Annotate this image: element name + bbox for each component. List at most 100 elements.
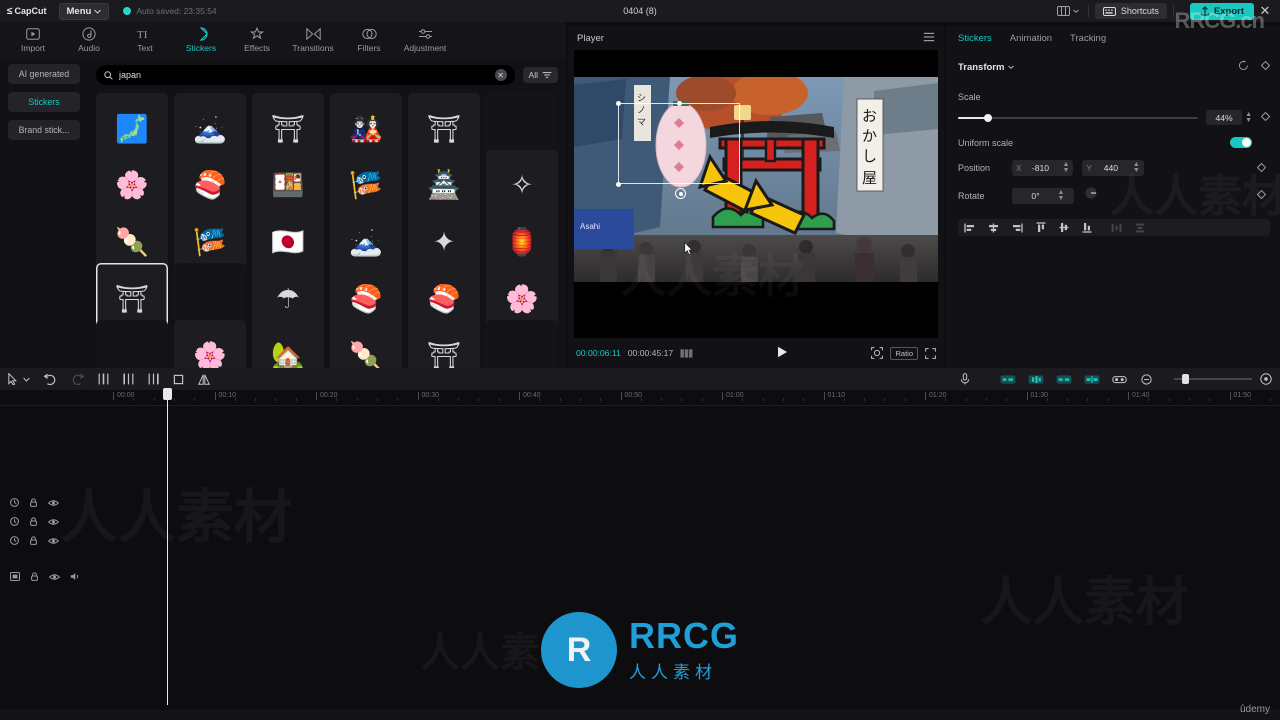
tab-stickers[interactable]: Stickers — [958, 33, 992, 44]
smart-cut-button[interactable] — [1056, 374, 1072, 385]
timeline-ruler[interactable]: 00:00 00:10 00:20 00:30 00:40 00:50 01:00 01:10… — [0, 390, 1280, 406]
lock-icon[interactable] — [29, 494, 38, 512]
clock-icon[interactable] — [10, 513, 19, 531]
tool-tab-text[interactable]: TI Text — [118, 23, 172, 57]
fullscreen-button[interactable] — [925, 347, 936, 359]
timeline-zoom-slider[interactable] — [1174, 374, 1252, 384]
link-clips-button[interactable] — [1112, 374, 1127, 385]
eye-icon[interactable] — [48, 568, 61, 586]
timeline-zoom-knob[interactable] — [1182, 374, 1189, 384]
scale-stepper[interactable]: ▲ ▼ — [1245, 111, 1252, 124]
mirror-button[interactable] — [198, 374, 210, 385]
shortcuts-button[interactable]: Shortcuts — [1094, 3, 1167, 19]
tool-tab-adjustment[interactable]: Adjustment — [398, 23, 452, 57]
tool-tab-audio[interactable]: Audio — [62, 23, 116, 57]
split-button[interactable] — [98, 373, 109, 385]
search-input[interactable] — [119, 70, 489, 80]
sticker-sakura-spray[interactable]: 🌸 — [174, 320, 246, 371]
layout-button[interactable] — [1054, 0, 1082, 22]
ratio-button[interactable]: Ratio — [890, 346, 918, 360]
reset-transform-button[interactable] — [1238, 60, 1249, 74]
tool-tab-effects[interactable]: Effects — [230, 23, 284, 57]
sidebar-item-brand-stickers[interactable]: Brand stick... — [8, 120, 80, 140]
tab-animation[interactable]: Animation — [1010, 33, 1052, 44]
scale-value-field[interactable]: 44% — [1206, 110, 1243, 125]
scale-slider[interactable] — [958, 112, 1199, 124]
resize-handle-tl[interactable] — [616, 101, 621, 106]
rotate-field[interactable]: 0° ▲ ▼ — [1012, 187, 1074, 204]
trim-left-button[interactable] — [123, 373, 134, 385]
lock-icon[interactable] — [30, 568, 39, 586]
lock-icon[interactable] — [29, 532, 38, 550]
rotate-dial[interactable] — [1084, 186, 1098, 205]
fit-timeline-button[interactable] — [1260, 373, 1272, 385]
menu-button[interactable]: Menu — [58, 2, 110, 20]
tool-tab-filters[interactable]: Filters — [342, 23, 396, 57]
sticker-selection-box[interactable] — [616, 101, 740, 187]
search-box[interactable]: ✕ — [96, 65, 515, 85]
scale-slider-knob[interactable] — [984, 113, 993, 122]
zoom-button[interactable] — [871, 347, 884, 359]
player-current-time[interactable]: 00:00:06:11 — [576, 348, 621, 358]
close-button[interactable]: ✕ — [1254, 0, 1276, 22]
align-center-horizontal-icon[interactable] — [988, 223, 999, 233]
timeline[interactable]: 00:00 00:10 00:20 00:30 00:40 00:50 01:00 01:10… — [0, 390, 1280, 710]
position-keyframe-icon[interactable] — [1256, 162, 1267, 174]
mute-icon[interactable] — [70, 568, 81, 586]
export-button[interactable]: Export — [1189, 2, 1254, 20]
position-x-field[interactable]: X -810 ▲ ▼ — [1012, 160, 1074, 176]
sticker-blank-3[interactable] — [96, 320, 168, 371]
sticker-temple-roof[interactable]: ⛩ — [408, 320, 480, 371]
resize-handle-tc[interactable] — [677, 101, 682, 106]
position-x-stepper[interactable]: ▲ ▼ — [1062, 161, 1069, 174]
scale-keyframe-icon[interactable] — [1260, 111, 1271, 123]
trim-right-button[interactable] — [148, 373, 159, 385]
eye-icon[interactable] — [47, 513, 60, 531]
align-center-vertical-icon[interactable] — [1059, 222, 1069, 233]
frames-icon[interactable] — [680, 348, 693, 358]
select-tool-button[interactable] — [8, 373, 18, 385]
tool-tab-stickers[interactable]: Stickers — [174, 23, 228, 57]
chevron-down-icon[interactable] — [1008, 65, 1015, 69]
play-button[interactable] — [777, 346, 788, 361]
clock-icon[interactable] — [10, 532, 19, 550]
eye-icon[interactable] — [47, 494, 60, 512]
align-right-icon[interactable] — [1012, 223, 1023, 233]
auto-cut-button[interactable] — [1000, 374, 1016, 385]
rotate-stepper[interactable]: ▲ ▼ — [1058, 189, 1065, 202]
record-voiceover-button[interactable] — [960, 373, 970, 385]
resize-handle-bl[interactable] — [616, 182, 621, 187]
player-stage[interactable]: シ ノ マ お か し 屋 Asahi — [574, 50, 938, 338]
sticker-blank-4[interactable] — [486, 320, 558, 371]
player-menu-button[interactable] — [923, 32, 935, 45]
tab-tracking[interactable]: Tracking — [1070, 33, 1106, 44]
thumbnail-icon[interactable] — [10, 568, 20, 586]
clear-search-button[interactable]: ✕ — [494, 69, 507, 81]
zoom-out-button[interactable] — [1141, 373, 1152, 385]
align-top-icon[interactable] — [1036, 222, 1046, 233]
eye-icon[interactable] — [47, 532, 60, 550]
tool-tab-transitions[interactable]: Transitions — [286, 23, 340, 57]
tool-tab-import[interactable]: Import — [6, 23, 60, 57]
sticker-mochi[interactable]: 🍡 — [330, 320, 402, 371]
undo-button[interactable] — [44, 373, 57, 385]
timeline-playhead[interactable] — [163, 388, 172, 705]
align-bottom-icon[interactable] — [1082, 222, 1092, 233]
position-y-stepper[interactable]: ▲ ▼ — [1133, 161, 1140, 174]
sidebar-item-stickers[interactable]: Stickers — [8, 92, 80, 112]
sidebar-item-ai-generated[interactable]: AI generated — [8, 64, 80, 84]
redo-button[interactable] — [71, 373, 84, 385]
align-left-icon[interactable] — [964, 223, 975, 233]
transform-anchor-point[interactable] — [675, 188, 686, 199]
uniform-scale-toggle[interactable] — [1230, 137, 1252, 148]
select-tool-dropdown[interactable] — [23, 377, 30, 382]
mirror-split-button[interactable] — [1084, 374, 1100, 385]
clock-icon[interactable] — [10, 494, 19, 512]
filter-all-button[interactable]: All — [522, 67, 558, 83]
sticker-tea-house[interactable]: 🏡 — [252, 320, 324, 371]
lock-icon[interactable] — [29, 513, 38, 531]
keyframe-diamond-icon[interactable] — [1260, 60, 1271, 73]
beat-detect-button[interactable] — [1028, 374, 1044, 385]
rotate-keyframe-icon[interactable] — [1256, 189, 1267, 201]
playhead-grip[interactable] — [163, 388, 172, 400]
